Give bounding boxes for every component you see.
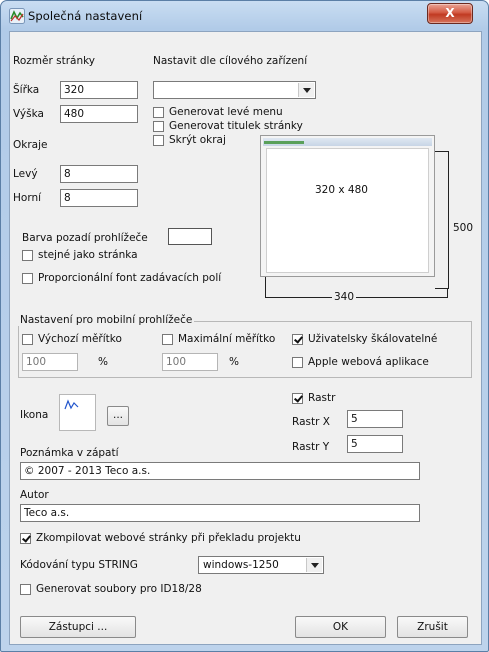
checkbox-box[interactable] [162,333,173,345]
string-encoding-value: windows-1250 [203,559,279,571]
same-as-page-checkbox[interactable]: stejné jako stránka [22,249,138,261]
proportional-font-checkbox[interactable]: Proporcionální font zadávacích polí [22,272,221,284]
compile-web-label: Zkompilovat webové stránky při překladu … [36,532,301,544]
grid-y-label: Rastr Y [292,441,330,453]
gen-files-label: Generovat soubory pro ID18/28 [36,583,202,595]
margins-label: Okraje [13,139,48,151]
gen-left-menu-label: Generovat levé menu [169,106,283,118]
compile-web-checkbox[interactable]: Zkompilovat webové stránky při překladu … [20,532,301,544]
margin-top-input[interactable]: 8 [60,189,138,207]
margin-left-input[interactable]: 8 [60,165,138,183]
string-encoding-select[interactable]: windows-1250 [198,556,324,574]
substitutes-button[interactable]: Zástupci ... [20,616,136,638]
mobile-settings-group [18,321,472,378]
default-scale-label: Výchozí měřítko [38,333,122,345]
margin-top-label: Horní [13,192,42,204]
preview-content [266,148,429,273]
gen-files-checkbox[interactable]: Generovat soubory pro ID18/28 [20,583,202,595]
preview-size-text: 320 x 480 [315,184,368,196]
checkbox-box[interactable] [153,120,164,132]
grid-y-input[interactable]: 5 [347,435,403,453]
height-dim-top-tick [435,151,449,152]
checkbox-box-checked[interactable] [292,333,303,345]
chevron-down-icon[interactable] [306,558,322,572]
margin-left-label: Levý [13,168,38,180]
hide-border-label: Skrýt okraj [169,134,226,146]
checkbox-box-checked[interactable] [20,532,31,544]
checkbox-box[interactable] [22,333,33,345]
height-dim-line [448,151,449,289]
icon-preview[interactable] [59,394,96,431]
footer-note-label: Poznámka v zápatí [20,447,119,459]
dialog-client: Rozměr stránky Nastavit dle cílového zař… [9,31,482,645]
gen-page-title-checkbox[interactable]: Generovat titulek stránky [153,120,303,132]
checkbox-box[interactable] [22,249,33,261]
cancel-button[interactable]: Zrušit [397,616,468,638]
mobile-group-title: Nastavení pro mobilní prohlížeče [18,314,195,326]
preview-toolbar-strip [264,141,304,144]
checkbox-box[interactable] [22,272,33,284]
max-scale-label: Maximální měřítko [178,333,276,345]
gen-left-menu-checkbox[interactable]: Generovat levé menu [153,106,283,118]
chevron-down-icon[interactable] [298,83,314,97]
width-label: Šířka [13,84,40,96]
footer-note-input[interactable]: © 2007 - 2013 Teco a.s. [20,462,420,480]
author-label: Autor [20,489,49,501]
same-as-page-label: stejné jako stránka [38,249,138,261]
checkbox-box[interactable] [153,106,164,118]
proportional-font-label: Proporcionální font zadávacích polí [38,272,222,284]
app-icon [9,8,25,27]
width-dim-left-tick [265,277,266,297]
grid-checkbox[interactable]: Rastr [292,392,335,404]
ok-button[interactable]: OK [295,616,386,638]
grid-x-input[interactable]: 5 [347,410,403,428]
icon-preview-image [64,399,80,416]
page-size-label: Rozměr stránky [13,55,96,67]
device-label: Nastavit dle cílového zařízení [153,55,308,67]
grid-x-label: Rastr X [292,416,330,428]
icon-label: Ikona [20,409,49,421]
author-input[interactable]: Teco a.s. [20,504,420,522]
max-scale-input[interactable]: 100 [162,353,218,371]
grid-label: Rastr [308,392,336,404]
height-input[interactable]: 480 [60,105,138,123]
title-bar: Společná nastavení X [1,1,488,31]
width-dim-right-tick [447,288,448,298]
default-scale-input[interactable]: 100 [22,353,78,371]
dialog-window: Společná nastavení X Rozměr stránky Nast… [0,0,489,652]
max-scale-checkbox[interactable]: Maximální měřítko [162,333,275,345]
icon-browse-button[interactable]: ... [107,406,129,426]
device-select[interactable] [153,81,316,99]
width-input[interactable]: 320 [60,81,138,99]
max-scale-percent: % [229,356,239,368]
gen-page-title-label: Generovat titulek stránky [169,120,303,132]
window-title: Společná nastavení [28,9,143,23]
default-scale-percent: % [98,356,108,368]
checkbox-box-checked[interactable] [292,392,303,404]
checkbox-box[interactable] [153,134,164,146]
string-encoding-label: Kódování typu STRING [20,559,138,571]
user-scalable-checkbox[interactable]: Uživatelsky škálovatelné [292,333,437,345]
apple-webapp-checkbox[interactable]: Apple webová aplikace [292,356,429,368]
apple-webapp-label: Apple webová aplikace [308,356,429,368]
checkbox-box[interactable] [20,583,31,595]
user-scalable-label: Uživatelsky škálovatelné [308,333,438,345]
hide-border-checkbox[interactable]: Skrýt okraj [153,134,226,146]
bg-color-label: Barva pozadí prohlížeče [22,232,148,244]
close-button[interactable]: X [427,3,473,24]
bg-color-swatch[interactable] [168,228,212,245]
height-label: Výška [13,108,44,120]
page-preview: 320 x 480 [260,135,435,277]
width-dim-line [265,297,448,298]
width-dim-label: 340 [332,291,357,303]
height-dim-label: 500 [453,222,474,234]
default-scale-checkbox[interactable]: Výchozí měřítko [22,333,122,345]
checkbox-box[interactable] [292,356,303,368]
